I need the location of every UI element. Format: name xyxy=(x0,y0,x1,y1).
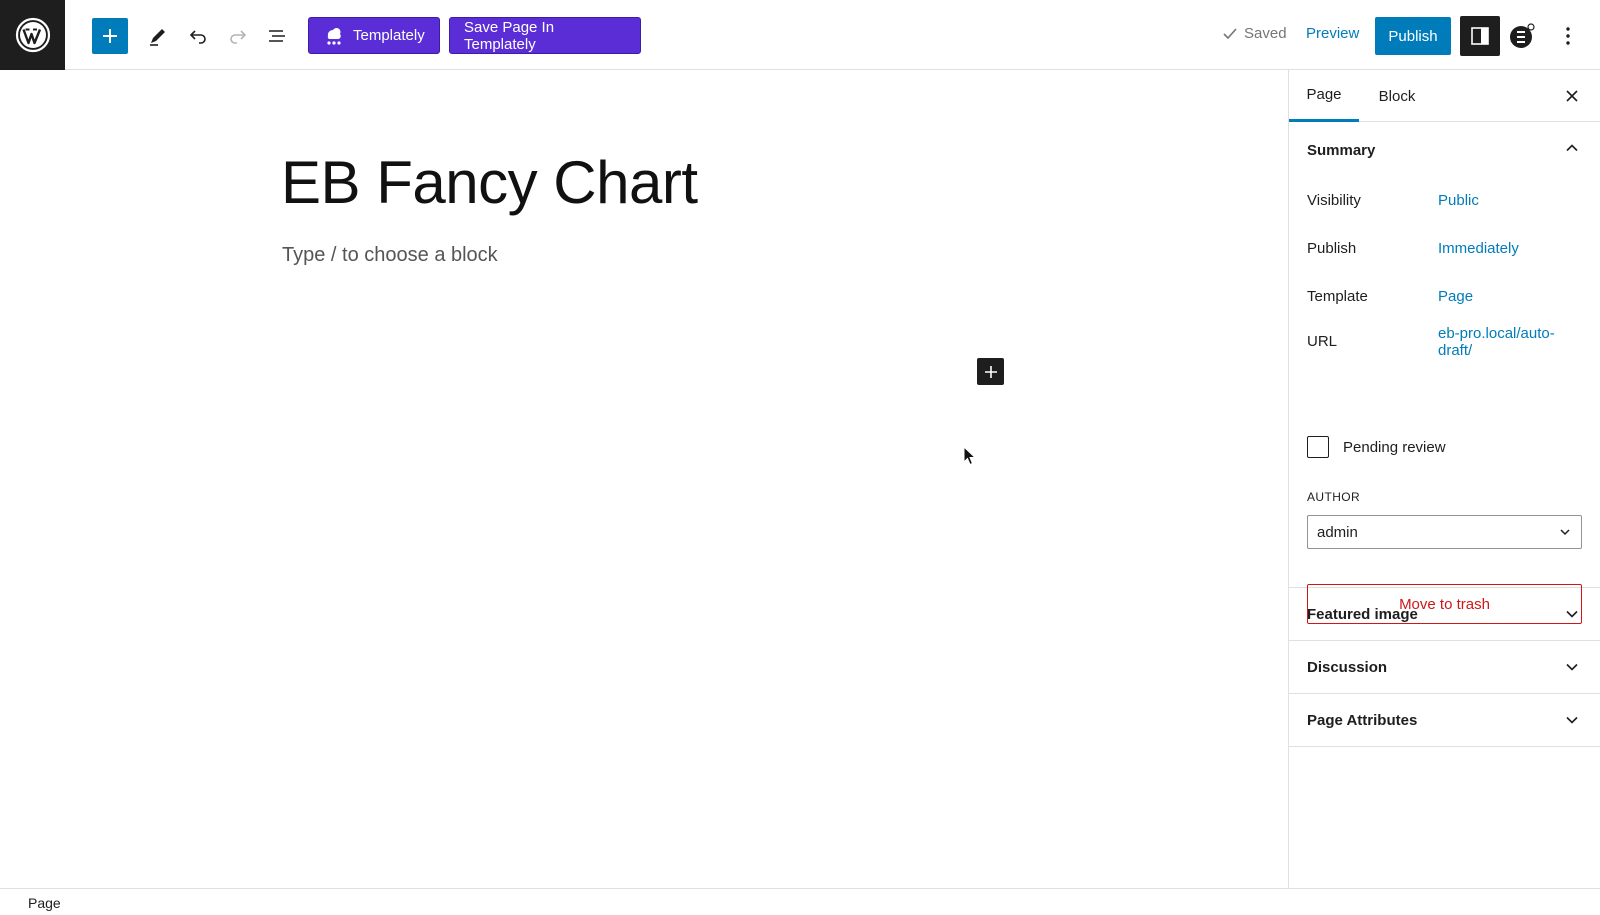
tab-page-label: Page xyxy=(1306,86,1342,103)
close-settings-button[interactable] xyxy=(1560,84,1584,108)
url-value-line-2: draft/ xyxy=(1438,342,1473,359)
more-options-button[interactable] xyxy=(1556,22,1580,50)
templately-button[interactable]: Templately xyxy=(308,17,440,54)
undo-button[interactable] xyxy=(180,18,216,54)
page-title-input[interactable]: EB Fancy Chart xyxy=(281,148,698,217)
templately-logo-icon xyxy=(327,27,341,45)
chevron-down-icon xyxy=(1566,610,1578,618)
close-icon xyxy=(1566,90,1578,102)
tab-page[interactable]: Page xyxy=(1289,70,1359,122)
publish-button[interactable]: Publish xyxy=(1375,17,1451,55)
settings-sidebar: Page Block Summary Visibility Public Pub… xyxy=(1288,70,1600,888)
save-page-in-templately-button[interactable]: Save Page In Templately xyxy=(449,17,641,54)
list-view-icon xyxy=(269,30,285,42)
template-toggle[interactable]: Page xyxy=(1438,288,1473,305)
undo-icon xyxy=(189,30,206,44)
author-select-value: admin xyxy=(1317,523,1358,541)
pending-review-checkbox[interactable] xyxy=(1307,436,1329,458)
chevron-down-icon xyxy=(1566,716,1578,724)
publish-date-toggle[interactable]: Immediately xyxy=(1438,240,1519,257)
featured-image-panel[interactable]: Featured image xyxy=(1289,588,1600,641)
plus-icon xyxy=(103,29,117,43)
discussion-panel-title: Discussion xyxy=(1307,658,1388,676)
redo-button[interactable] xyxy=(220,18,256,54)
plus-icon xyxy=(984,365,997,378)
chevron-down-icon xyxy=(1566,663,1578,671)
editor-canvas[interactable]: EB Fancy Chart Type / to choose a block xyxy=(0,70,1288,888)
chevron-down-icon xyxy=(1560,529,1570,536)
visibility-label: Visibility xyxy=(1307,192,1361,209)
inline-block-inserter-button[interactable] xyxy=(977,358,1004,385)
summary-panel-title[interactable]: Summary xyxy=(1307,142,1375,159)
editor-header: Templately Save Page In Templately Saved… xyxy=(0,0,1600,70)
preview-button[interactable]: Preview xyxy=(1306,25,1359,42)
pending-review-label[interactable]: Pending review xyxy=(1343,439,1446,456)
wordpress-logo-icon xyxy=(15,17,50,53)
sidebar-icon xyxy=(1471,27,1489,45)
pencil-icon xyxy=(150,29,165,46)
page-attributes-panel-title: Page Attributes xyxy=(1307,711,1418,729)
discussion-panel[interactable]: Discussion xyxy=(1289,641,1600,694)
tab-block-label: Block xyxy=(1378,87,1416,105)
url-toggle[interactable]: eb-pro.local/auto- draft/ xyxy=(1438,325,1555,359)
tab-block[interactable]: Block xyxy=(1359,70,1435,122)
default-block-appender[interactable]: Type / to choose a block xyxy=(282,244,498,267)
editor-footer: Page xyxy=(0,888,1600,915)
url-label: URL xyxy=(1307,333,1338,350)
settings-sidebar-toggle[interactable] xyxy=(1460,16,1500,56)
more-vertical-icon xyxy=(1566,27,1570,45)
publish-date-label: Publish xyxy=(1307,240,1357,257)
author-select[interactable]: admin xyxy=(1307,515,1582,549)
block-inserter-toggle[interactable] xyxy=(92,18,128,54)
featured-image-panel-title: Featured image xyxy=(1307,605,1418,623)
template-label: Template xyxy=(1307,288,1368,305)
author-label: AUTHOR xyxy=(1307,490,1361,504)
elementor-icon xyxy=(1510,23,1535,48)
document-overview-button[interactable] xyxy=(259,18,295,54)
block-breadcrumb[interactable]: Page xyxy=(28,895,61,911)
wordpress-logo-button[interactable] xyxy=(0,0,65,70)
chevron-up-icon[interactable] xyxy=(1562,138,1582,158)
redo-icon xyxy=(230,30,247,44)
mouse-cursor-icon xyxy=(963,446,977,466)
summary-panel: Summary Visibility Public Publish Immedi… xyxy=(1289,122,1600,624)
url-value-line-1: eb-pro.local/auto- xyxy=(1438,325,1555,342)
tools-button[interactable] xyxy=(140,18,176,54)
visibility-toggle[interactable]: Public xyxy=(1438,192,1479,209)
elementor-button[interactable] xyxy=(1508,22,1536,50)
check-icon xyxy=(1223,27,1237,39)
templately-button-label: Templately xyxy=(353,27,425,44)
sidebar-tabs: Page Block xyxy=(1289,70,1600,122)
save-page-in-templately-label: Save Page In Templately xyxy=(464,18,555,53)
saved-status: Saved xyxy=(1222,25,1287,42)
saved-status-label: Saved xyxy=(1244,25,1287,42)
page-attributes-panel[interactable]: Page Attributes xyxy=(1289,694,1600,747)
